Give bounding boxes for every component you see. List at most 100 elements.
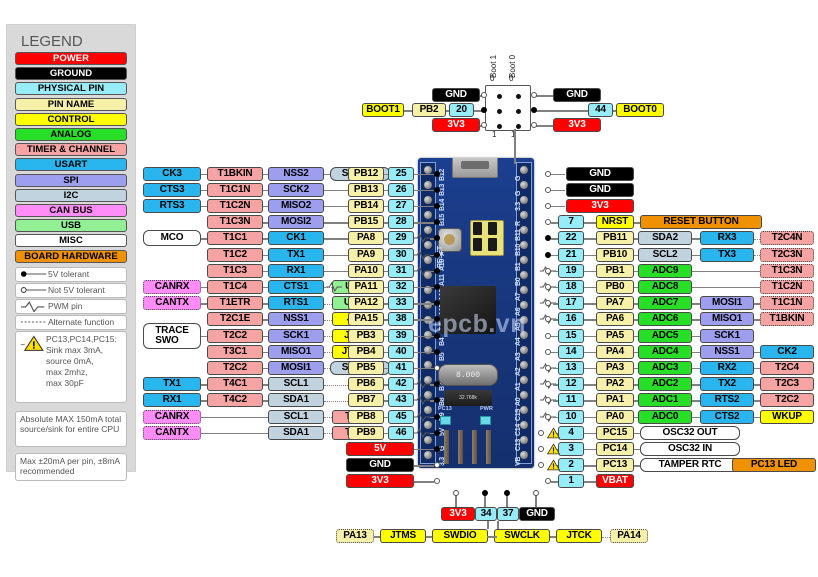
legend-item-timer-channel: TIMER & CHANNEL bbox=[15, 143, 127, 157]
right-pin-number-15: 15 bbox=[558, 328, 584, 343]
wire bbox=[414, 205, 434, 208]
wire bbox=[514, 129, 516, 164]
solder-pad bbox=[423, 180, 433, 190]
boot-jumper-header[interactable] bbox=[485, 85, 531, 131]
left-func-cts1: CTS1 bbox=[268, 279, 324, 294]
left-pin-name-PA8: PA8 bbox=[348, 231, 384, 246]
right-func-t1c3n: T1C3N bbox=[760, 263, 814, 278]
jumper-pin bbox=[473, 238, 482, 251]
wire bbox=[692, 303, 700, 305]
wire bbox=[263, 270, 268, 273]
wire bbox=[553, 270, 558, 273]
legend-item-ground: GROUND bbox=[15, 67, 127, 81]
right-func-t2c4n: T2C4N bbox=[760, 231, 814, 246]
left-func-t1c1n: T1C1N bbox=[207, 182, 263, 197]
pwm-icon bbox=[414, 233, 430, 244]
wire bbox=[201, 400, 207, 402]
right-pin-number-2: 2 bbox=[558, 458, 584, 473]
right-func-t1c1n: T1C1N bbox=[760, 296, 814, 311]
not-5v-tolerant-marker bbox=[481, 122, 487, 128]
wire bbox=[634, 319, 638, 321]
not-5v-tolerant-marker bbox=[545, 186, 551, 193]
left-pin-number-30: 30 bbox=[388, 247, 414, 262]
silk-label-right: C13 bbox=[515, 439, 522, 451]
wire bbox=[414, 319, 434, 321]
wire bbox=[201, 238, 207, 240]
tolerant-5v-marker bbox=[434, 429, 440, 436]
left-func-t1c4: T1C4 bbox=[207, 279, 263, 294]
right-pin-number-16: 16 bbox=[558, 312, 584, 327]
wire bbox=[634, 351, 638, 354]
left-pin-name-PB7: PB7 bbox=[348, 393, 384, 408]
boot-state-top-left: 0 bbox=[490, 74, 495, 83]
left-func-cantx: CANTX bbox=[143, 296, 201, 311]
not-5v-tolerant-marker bbox=[538, 462, 544, 469]
left-func-t1c3: T1C3 bbox=[207, 263, 263, 278]
left-pin-name-PB4: PB4 bbox=[348, 344, 384, 359]
wire bbox=[324, 205, 348, 208]
wire bbox=[584, 222, 596, 224]
left-pin-name-PB13: PB13 bbox=[348, 182, 384, 197]
legend-item-control: CONTROL bbox=[15, 112, 127, 126]
tolerant-5v-marker bbox=[531, 107, 537, 113]
boot-state-bottom-left: 1 bbox=[492, 130, 497, 139]
wire bbox=[584, 254, 596, 256]
wire bbox=[414, 465, 434, 467]
right-func-rx3: RX3 bbox=[700, 231, 754, 246]
wire bbox=[634, 367, 638, 370]
rtc-crystal: 32.768k bbox=[444, 390, 492, 406]
right-func-adc5: ADC5 bbox=[638, 328, 692, 343]
right-pin-number-12: 12 bbox=[558, 377, 584, 392]
left-func-canrx: CANRX bbox=[143, 409, 201, 424]
silk-label-left: B4 bbox=[439, 337, 446, 346]
silk-label-left: B13 bbox=[439, 184, 446, 196]
pwm-icon bbox=[326, 281, 342, 292]
tolerant-5v-marker bbox=[545, 235, 551, 242]
not-5v-tolerant-marker bbox=[545, 364, 551, 371]
wire bbox=[414, 286, 434, 289]
left-pin-number-41: 41 bbox=[388, 360, 414, 375]
wire bbox=[324, 270, 348, 273]
left-pin-number-46: 46 bbox=[388, 425, 414, 440]
wire bbox=[584, 448, 596, 451]
not-5v-tolerant-marker bbox=[453, 490, 459, 496]
left-func-sda1: SDA1 bbox=[268, 393, 324, 408]
wire bbox=[414, 351, 434, 354]
wire bbox=[754, 384, 760, 386]
right-pin-number-7: 7 bbox=[558, 215, 584, 230]
boot-header-pin bbox=[516, 124, 521, 129]
wire bbox=[584, 270, 596, 273]
wire bbox=[553, 400, 558, 402]
silk-label-right: C15 bbox=[515, 409, 522, 421]
wire bbox=[613, 110, 616, 112]
warning-icon bbox=[20, 334, 46, 400]
left-func-mosi1: MOSI1 bbox=[268, 360, 324, 375]
legend-symbol-label: Alternate function bbox=[48, 317, 115, 328]
left-pin-number-26: 26 bbox=[388, 182, 414, 197]
wire bbox=[263, 319, 268, 321]
right-func-t2c3n: T2C3N bbox=[760, 247, 814, 262]
right-pin-name-PA0: PA0 bbox=[596, 409, 634, 424]
right-func-adc3: ADC3 bbox=[638, 360, 692, 375]
wire bbox=[324, 352, 332, 354]
mcu-chip bbox=[434, 286, 502, 334]
right-func-adc8: ADC8 bbox=[638, 279, 692, 294]
solder-pad bbox=[519, 210, 529, 220]
wire bbox=[263, 384, 268, 386]
right-func-pc13-led: PC13 LED bbox=[732, 458, 816, 473]
right-pin-number-21: 21 bbox=[558, 247, 584, 262]
right-func-miso1: MISO1 bbox=[700, 312, 754, 327]
right-func-ck2: CK2 bbox=[760, 344, 814, 359]
right-pin-name-PC15: PC15 bbox=[596, 425, 634, 440]
tolerant-5v-marker bbox=[434, 413, 440, 420]
wire bbox=[324, 368, 330, 370]
legend-item-misc: MISC bbox=[15, 234, 127, 248]
pc13-silk: PC13 bbox=[438, 406, 452, 412]
legend-panel: LEGEND POWER GROUND PHYSICAL PIN PIN NAME CO… bbox=[6, 24, 136, 481]
wire bbox=[414, 173, 434, 175]
left-func-miso2: MISO2 bbox=[268, 198, 324, 213]
wire bbox=[692, 319, 700, 321]
left-func-t1c2: T1C2 bbox=[207, 247, 263, 262]
wire bbox=[584, 481, 596, 483]
not-5v-tolerant-marker bbox=[545, 170, 551, 177]
